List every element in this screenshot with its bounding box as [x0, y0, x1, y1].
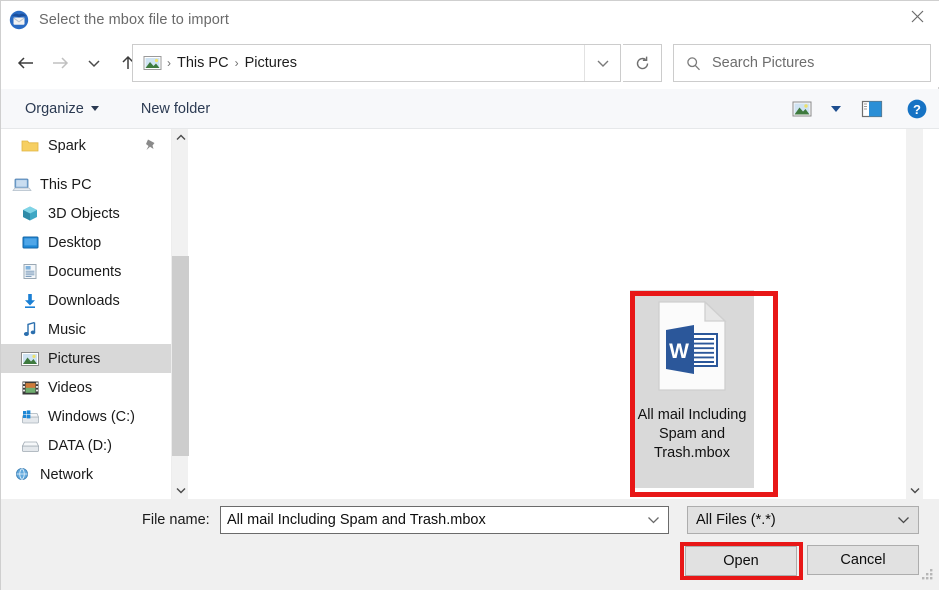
sidebar-item-documents[interactable]: Documents [1, 257, 171, 286]
organize-button[interactable]: Organize [15, 89, 109, 128]
sidebar-item-label: Downloads [48, 292, 120, 309]
sidebar-item-desktop[interactable]: Desktop [1, 228, 171, 257]
file-name-line-2: Spam and [658, 426, 726, 442]
pictures-icon [19, 349, 41, 369]
search-icon [686, 56, 701, 71]
file-type-filter[interactable]: All Files (*.*) [687, 506, 919, 534]
sidebar-item-label: Spark [48, 137, 86, 154]
sidebar-item-spark[interactable]: Spark [1, 131, 171, 160]
scroll-down-button[interactable] [906, 482, 923, 499]
videos-icon [19, 378, 41, 398]
new-folder-button[interactable]: New folder [131, 89, 220, 128]
navigation-pane: Spark This PC 3D Objects Desktop Documen… [1, 129, 171, 499]
windows-drive-icon [19, 407, 41, 427]
drive-icon [19, 436, 41, 456]
file-name-input[interactable]: All mail Including Spam and Trash.mbox [220, 506, 669, 534]
sidebar-item-downloads[interactable]: Downloads [1, 286, 171, 315]
file-type-filter-value: All Files (*.*) [696, 512, 776, 528]
view-options-group: ? [782, 89, 939, 129]
file-name-value: All mail Including Spam and Trash.mbox [227, 512, 486, 528]
sidebar-item-label: Pictures [48, 350, 101, 367]
sidebar-item-3d-objects[interactable]: 3D Objects [1, 199, 171, 228]
scroll-down-button[interactable] [172, 482, 189, 499]
chevron-down-icon[interactable] [647, 516, 660, 525]
sidebar-item-label: This PC [40, 176, 92, 193]
preview-pane-button[interactable] [850, 89, 894, 129]
sidebar-item-label: Videos [48, 379, 93, 396]
forward-button[interactable] [43, 47, 77, 79]
svg-text:?: ? [913, 102, 921, 117]
desktop-icon [19, 233, 41, 253]
cube-icon [19, 204, 41, 224]
sidebar-item-label: Desktop [48, 234, 102, 251]
chevron-down-icon [831, 106, 841, 112]
title-bar: Select the mbox file to import [1, 1, 939, 39]
view-mode-button[interactable] [782, 89, 822, 129]
file-name-label: File name: [142, 512, 210, 528]
sidebar-item-label: Music [48, 321, 86, 338]
svg-text:W: W [669, 340, 689, 363]
refresh-button[interactable] [623, 44, 662, 82]
breadcrumb-item-this-pc[interactable]: This PC [172, 55, 234, 71]
music-icon [19, 320, 41, 340]
sidebar-item-pictures[interactable]: Pictures [1, 344, 171, 373]
sidebar-scrollbar-thumb[interactable] [172, 256, 189, 456]
documents-icon [19, 262, 41, 282]
thunderbird-icon [8, 9, 30, 31]
file-tile-all-mail[interactable]: W All mail Including Spam and Trash.mbox [630, 290, 754, 488]
back-button[interactable] [9, 47, 43, 79]
file-open-dialog: Select the mbox file to import › This PC… [0, 0, 939, 590]
window-title: Select the mbox file to import [39, 12, 229, 28]
chevron-down-icon [90, 106, 99, 111]
command-bar: Organize New folder ? [1, 89, 939, 129]
sidebar-scrollbar[interactable] [171, 129, 189, 499]
file-name-line-3: Trash.mbox [653, 445, 730, 461]
sidebar-item-this-pc[interactable]: This PC [1, 170, 171, 199]
chevron-down-icon[interactable] [897, 516, 910, 525]
sidebar-item-windows-c[interactable]: Windows (C:) [1, 402, 171, 431]
open-button[interactable]: Open [685, 546, 797, 576]
cancel-button[interactable]: Cancel [807, 545, 919, 575]
search-box[interactable]: Search Pictures [673, 44, 931, 82]
folder-icon [19, 136, 41, 156]
pin-icon[interactable] [144, 138, 157, 156]
file-name-line-1: All mail Including [637, 407, 747, 423]
computer-icon [11, 175, 33, 195]
sidebar-item-music[interactable]: Music [1, 315, 171, 344]
sidebar-item-label: 3D Objects [48, 205, 120, 222]
help-button[interactable]: ? [894, 89, 939, 129]
dialog-body: Spark This PC 3D Objects Desktop Documen… [1, 129, 939, 499]
scroll-up-button[interactable] [172, 129, 189, 146]
file-tile-label: All mail Including Spam and Trash.mbox [633, 406, 751, 463]
file-list-scrollbar[interactable] [906, 129, 923, 499]
sidebar-item-label: Network [40, 466, 94, 483]
sidebar-item-network[interactable]: Network [1, 460, 171, 489]
sidebar-item-label: Windows (C:) [48, 408, 136, 425]
downloads-icon [19, 291, 41, 311]
search-input[interactable]: Search Pictures [712, 55, 814, 71]
address-bar[interactable]: › This PC › Pictures [132, 44, 621, 82]
sidebar-item-videos[interactable]: Videos [1, 373, 171, 402]
sidebar-item-label: Documents [48, 263, 122, 280]
view-mode-dropdown-button[interactable] [822, 89, 850, 129]
organize-label: Organize [25, 100, 84, 117]
recent-locations-button[interactable] [77, 47, 111, 79]
breadcrumb-dropdown-button[interactable] [584, 45, 620, 81]
pictures-folder-icon [142, 54, 164, 72]
new-folder-label: New folder [140, 100, 211, 117]
close-button[interactable] [894, 1, 939, 31]
breadcrumb-item-pictures[interactable]: Pictures [240, 55, 302, 71]
sidebar-item-label: DATA (D:) [48, 437, 112, 454]
sidebar-item-data-d[interactable]: DATA (D:) [1, 431, 171, 460]
word-document-icon: W [656, 300, 728, 397]
resize-grip-icon[interactable] [921, 568, 934, 586]
file-list-pane[interactable]: W All mail Including Spam and Trash.mbox [189, 129, 923, 499]
network-icon [11, 465, 33, 485]
